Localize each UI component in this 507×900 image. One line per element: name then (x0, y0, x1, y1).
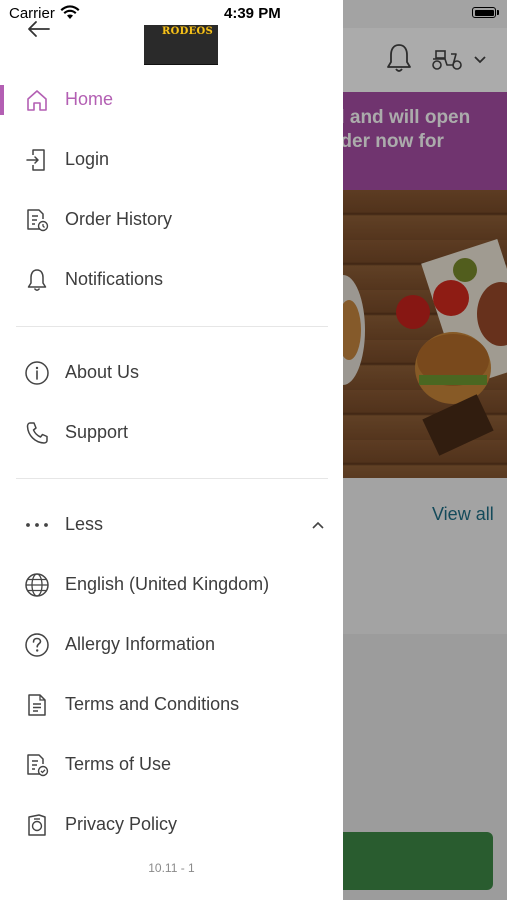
menu-item-allergy-information[interactable]: Allergy Information (0, 620, 343, 670)
menu-item-label: Terms and Conditions (65, 694, 240, 714)
menu-item-support[interactable]: Support (0, 408, 343, 458)
menu-item-label: Home (65, 89, 114, 109)
document-icon (24, 692, 50, 718)
menu-divider (16, 326, 328, 327)
menu-item-login[interactable]: Login (0, 135, 343, 185)
battery-tip (497, 10, 499, 15)
menu-item-label: Privacy Policy (65, 814, 178, 834)
more-dots-icon (24, 512, 50, 538)
menu-item-label: Login (65, 149, 110, 169)
menu-item-about-us[interactable]: About Us (0, 348, 343, 398)
globe-icon (24, 572, 50, 598)
menu-toggle-less[interactable]: Less (0, 500, 343, 550)
menu-item-terms-and-conditions[interactable]: Terms and Conditions (0, 680, 343, 730)
bell-icon (24, 267, 50, 293)
menu-item-label: Order History (65, 209, 173, 229)
menu-item-label: Allergy Information (65, 634, 216, 654)
menu-item-terms-of-use[interactable]: Terms of Use (0, 740, 343, 790)
home-icon (24, 87, 50, 113)
back-arrow-icon[interactable] (26, 18, 52, 40)
menu-item-label: Less (65, 514, 104, 534)
menu-item-label: English (United Kingdom) (65, 574, 270, 594)
menu-item-label: Support (65, 422, 129, 442)
privacy-icon (24, 812, 50, 838)
menu-divider (16, 478, 328, 479)
phone-icon (24, 420, 50, 446)
terms-check-icon (24, 752, 50, 778)
app-version: 10.11 - 1 (148, 861, 195, 875)
menu-item-label: About Us (65, 362, 140, 382)
battery-icon (472, 7, 496, 18)
question-icon (24, 632, 50, 658)
order-history-icon (24, 207, 50, 233)
status-time: 4:39 PM (224, 5, 281, 22)
menu-item-home[interactable]: Home (0, 75, 343, 125)
menu-item-language[interactable]: English (United Kingdom) (0, 560, 343, 610)
wifi-icon (60, 5, 80, 20)
menu-item-privacy-policy[interactable]: Privacy Policy (0, 800, 343, 850)
restaurant-logo: RODEOS (144, 25, 218, 65)
info-icon (24, 360, 50, 386)
chevron-up-icon (310, 519, 326, 531)
menu-item-order-history[interactable]: Order History (0, 195, 343, 245)
login-icon (24, 147, 50, 173)
logo-text: RODEOS (162, 26, 214, 37)
menu-item-notifications[interactable]: Notifications (0, 255, 343, 305)
menu-item-label: Notifications (65, 269, 164, 289)
navigation-drawer: Carrier 4:39 PM RODEOS Home Login Order … (0, 0, 343, 900)
menu-item-label: Terms of Use (65, 754, 172, 774)
